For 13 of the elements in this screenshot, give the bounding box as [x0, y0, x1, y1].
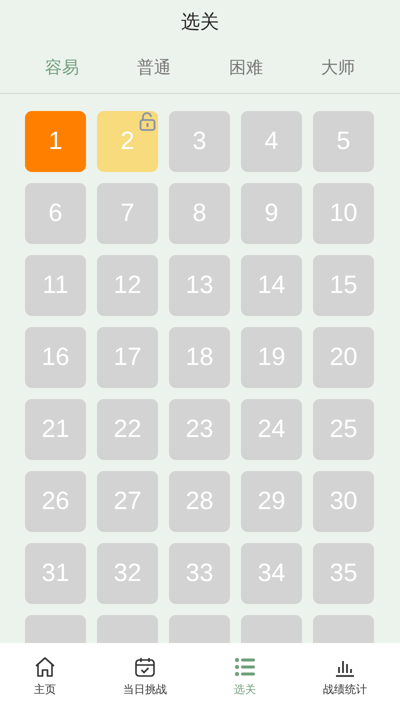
level-button[interactable]: 2 — [97, 111, 158, 172]
nav-tab[interactable]: 战绩统计 — [323, 654, 367, 698]
difficulty-tab[interactable]: 大师 — [313, 56, 363, 82]
difficulty-tab[interactable]: 容易 — [37, 56, 87, 82]
padlock-icon — [139, 112, 156, 131]
page-title: 选关 — [181, 10, 219, 35]
nav-tab[interactable]: 主页 — [33, 654, 57, 698]
level-button[interactable]: 1 — [25, 111, 86, 172]
nav-tab[interactable]: 当日挑战 — [123, 654, 167, 698]
home-icon — [33, 654, 57, 679]
difficulty-tab[interactable]: 困难 — [221, 56, 271, 82]
nav-tab[interactable]: 选关 — [233, 654, 257, 698]
difficulty-tab[interactable]: 普通 — [129, 56, 179, 82]
